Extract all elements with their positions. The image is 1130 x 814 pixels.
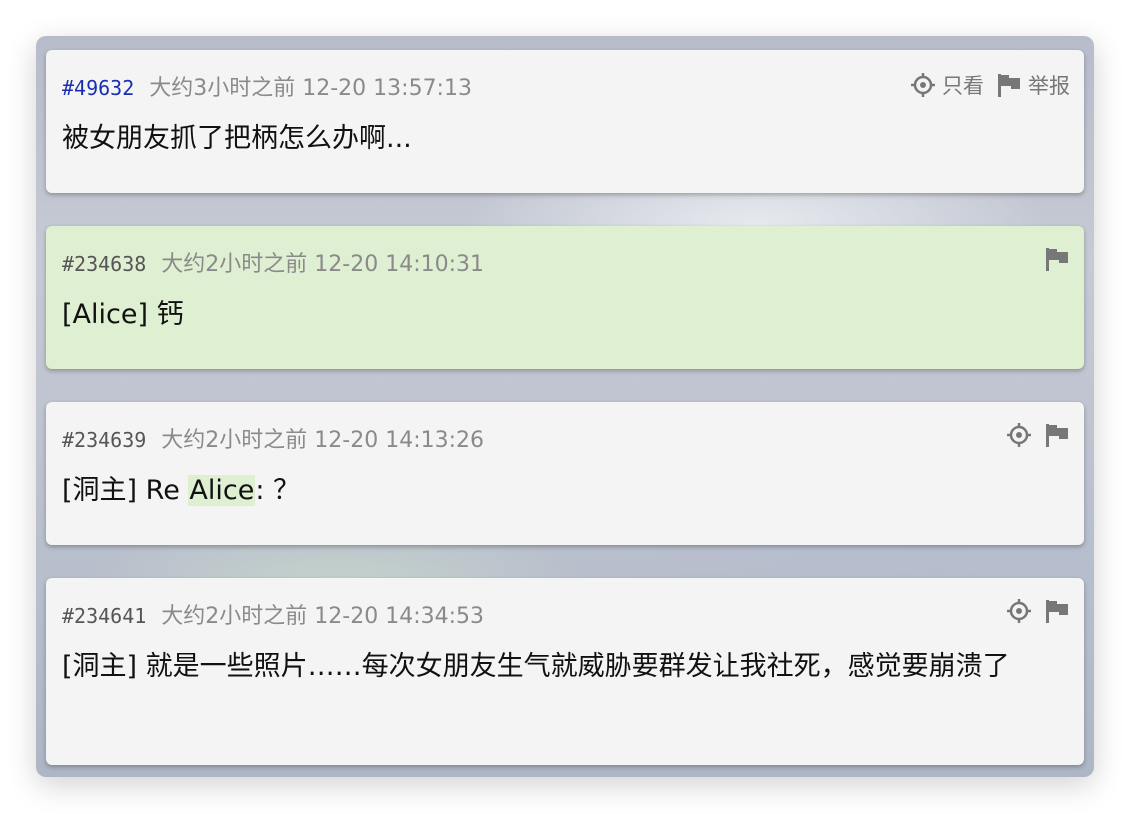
post-meta: #234638 大约2小时之前 12-20 14:10:31 — [62, 246, 484, 278]
flag-icon — [1044, 598, 1070, 624]
view-only-button[interactable] — [1006, 422, 1032, 448]
post-card-234638: #234638 大约2小时之前 12-20 14:10:31 [Alice] 钙 — [46, 226, 1084, 369]
post-actions — [994, 598, 1070, 624]
post-body-suffix: : ？ — [255, 475, 301, 506]
crosshair-icon — [1006, 598, 1032, 624]
flag-icon — [1044, 246, 1070, 272]
crosshair-icon — [910, 72, 936, 98]
post-meta: #234639 大约2小时之前 12-20 14:13:26 — [62, 422, 484, 454]
post-id[interactable]: #234638 — [62, 252, 146, 276]
post-body-prefix: [洞主] Re — [62, 475, 189, 506]
post-card-49632: #49632 大约3小时之前 12-20 13:57:13 只看 举报 被女朋友… — [46, 50, 1084, 193]
flag-icon — [1044, 422, 1070, 448]
post-id[interactable]: #234639 — [62, 428, 146, 452]
view-only-label: 只看 — [942, 74, 984, 98]
report-button[interactable] — [1044, 246, 1070, 272]
report-button[interactable]: 举报 — [996, 70, 1070, 100]
post-id[interactable]: #49632 — [62, 76, 134, 100]
view-only-button[interactable] — [1006, 598, 1032, 624]
post-meta: #49632 大约3小时之前 12-20 13:57:13 — [62, 70, 472, 102]
reply-mention[interactable]: Alice — [188, 475, 256, 506]
flag-icon — [996, 72, 1022, 98]
post-body: [洞主] Re Alice: ？ — [62, 472, 1060, 510]
post-time: 大约2小时之前 12-20 14:13:26 — [161, 428, 485, 453]
post-card-234641: #234641 大约2小时之前 12-20 14:34:53 [洞主] 就是一些… — [46, 578, 1084, 765]
view-only-button[interactable]: 只看 — [910, 70, 984, 100]
crosshair-icon — [1006, 422, 1032, 448]
post-id[interactable]: #234641 — [62, 604, 146, 628]
post-actions: 只看 举报 — [898, 70, 1070, 100]
post-time: 大约3小时之前 12-20 13:57:13 — [149, 76, 472, 101]
post-body: [Alice] 钙 — [62, 299, 184, 330]
post-body: [洞主] 就是一些照片……每次女朋友生气就威胁要群发让我社死，感觉要崩溃了 — [62, 651, 1010, 682]
post-meta: #234641 大约2小时之前 12-20 14:34:53 — [62, 598, 484, 630]
post-actions — [994, 422, 1070, 448]
report-button[interactable] — [1044, 422, 1070, 448]
post-body: 被女朋友抓了把柄怎么办啊... — [62, 123, 412, 154]
post-actions — [1032, 246, 1070, 272]
post-time: 大约2小时之前 12-20 14:34:53 — [161, 604, 485, 629]
post-card-234639: #234639 大约2小时之前 12-20 14:13:26 [洞主] Re A… — [46, 402, 1084, 545]
report-label: 举报 — [1028, 74, 1070, 98]
report-button[interactable] — [1044, 598, 1070, 624]
post-time: 大约2小时之前 12-20 14:10:31 — [161, 252, 485, 277]
